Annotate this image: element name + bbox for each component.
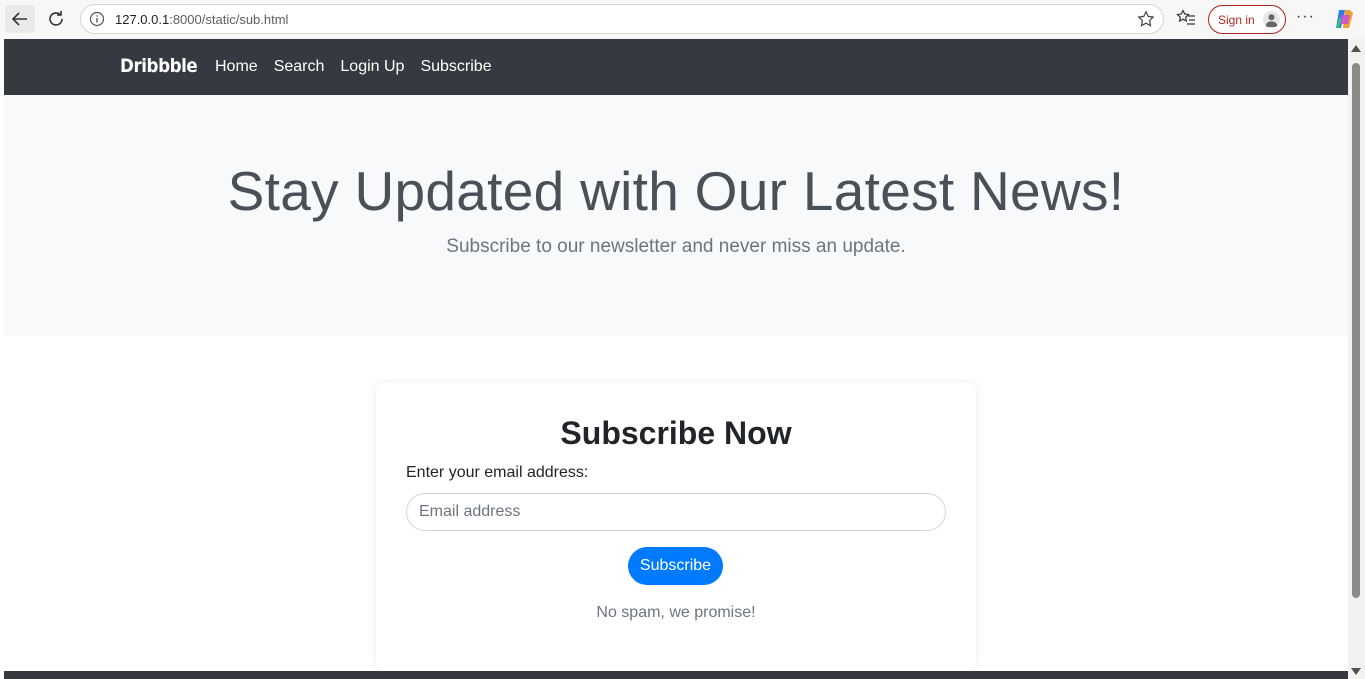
- vertical-scrollbar[interactable]: [1348, 39, 1365, 679]
- scrollbar-thumb[interactable]: [1352, 63, 1360, 598]
- subscribe-heading: Subscribe Now: [560, 415, 792, 451]
- hero-title: Stay Updated with Our Latest News!: [227, 160, 1125, 222]
- subscribe-button[interactable]: Subscribe: [628, 547, 723, 585]
- no-spam-note: No spam, we promise!: [596, 604, 756, 621]
- reload-button[interactable]: [41, 5, 71, 33]
- arrow-left-icon: [11, 12, 27, 26]
- footer: [4, 671, 1348, 679]
- nav-link-home[interactable]: Home: [215, 58, 258, 76]
- address-bar[interactable]: 127.0.0.1:8000/static/sub.html: [80, 4, 1164, 34]
- subscribe-card: Subscribe Now Enter your email address: …: [376, 383, 976, 671]
- hero-section: Stay Updated with Our Latest News! Subsc…: [4, 95, 1348, 336]
- nav-link-subscribe[interactable]: Subscribe: [420, 58, 491, 76]
- scroll-down-arrow-icon[interactable]: [1351, 668, 1361, 675]
- url-path: :8000/static/sub.html: [169, 12, 289, 27]
- browser-toolbar: 127.0.0.1:8000/static/sub.html Sign in ·…: [0, 0, 1365, 39]
- profile-avatar-icon: [1263, 11, 1280, 28]
- hero-subtitle: Subscribe to our newsletter and never mi…: [446, 236, 906, 257]
- sign-in-button[interactable]: Sign in: [1208, 5, 1286, 34]
- site-navbar: Dribbble Home Search Login Up Subscribe: [4, 39, 1348, 95]
- url-text[interactable]: 127.0.0.1:8000/static/sub.html: [115, 12, 288, 27]
- email-input[interactable]: [406, 493, 946, 531]
- nav-links: Home Search Login Up Subscribe: [215, 58, 492, 76]
- sign-in-label: Sign in: [1218, 12, 1255, 27]
- back-button[interactable]: [5, 5, 35, 33]
- scroll-up-arrow-icon[interactable]: [1351, 45, 1361, 52]
- favorites-icon[interactable]: [1176, 8, 1196, 33]
- email-label: Enter your email address:: [406, 464, 589, 481]
- brand-logo[interactable]: Dribbble: [120, 55, 198, 77]
- url-host: 127.0.0.1: [115, 12, 170, 27]
- nav-link-search[interactable]: Search: [274, 58, 325, 76]
- copilot-icon[interactable]: [1332, 7, 1356, 36]
- reload-icon: [49, 11, 63, 26]
- favorite-star-icon[interactable]: [1137, 10, 1155, 33]
- page-viewport: Dribbble Home Search Login Up Subscribe …: [4, 39, 1348, 679]
- more-menu-icon[interactable]: ···: [1296, 8, 1315, 26]
- nav-link-login[interactable]: Login Up: [340, 58, 404, 76]
- site-info-icon[interactable]: [89, 11, 105, 32]
